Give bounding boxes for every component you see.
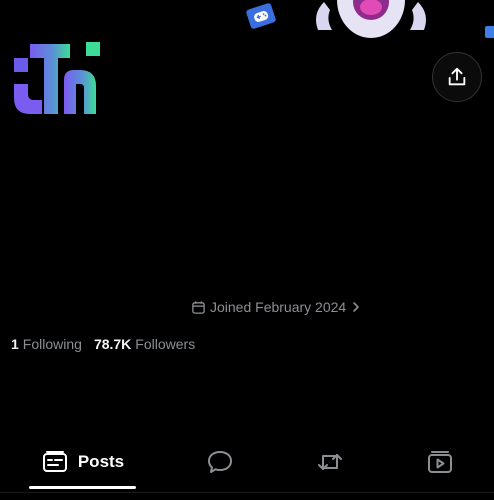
followers-label: Followers (135, 336, 196, 352)
following-label: Following (22, 336, 82, 352)
tab-posts-label: Posts (77, 452, 125, 471)
followers-count: 78.7K (93, 336, 132, 352)
speech-bubble-icon (208, 451, 232, 473)
chevron-right-icon (353, 302, 360, 312)
joined-date[interactable]: Joined February 2024 (191, 298, 362, 316)
joined-date-text: Joined February 2024 (210, 299, 347, 315)
following-link[interactable]: 1 Following (11, 336, 82, 352)
video-play-icon (428, 451, 452, 473)
share-upload-icon (448, 67, 466, 86)
tab-videos[interactable] (420, 436, 460, 488)
calendar-icon (192, 300, 205, 314)
profile-banner (0, 0, 494, 40)
followers-link[interactable]: 78.7K Followers (94, 336, 195, 352)
mascot-illustration (316, 0, 426, 38)
gamepad-sticker (245, 2, 277, 30)
posts-list-icon (42, 451, 67, 472)
tab-reposts[interactable] (310, 436, 350, 488)
tab-posts[interactable]: Posts (30, 436, 136, 488)
following-count: 1 (11, 336, 19, 352)
profile-avatar-logo[interactable] (12, 40, 102, 116)
share-profile-button[interactable] (432, 52, 482, 102)
tab-replies[interactable] (200, 436, 240, 488)
follow-stats: 1 Following 78.7K Followers (11, 336, 195, 352)
profile-tab-bar: Posts (0, 436, 494, 492)
tab-bar-divider (0, 492, 494, 493)
active-tab-indicator (29, 486, 136, 489)
banner-edge-shape (485, 26, 494, 38)
gamepad-icon (253, 10, 269, 22)
repost-icon (318, 454, 342, 470)
